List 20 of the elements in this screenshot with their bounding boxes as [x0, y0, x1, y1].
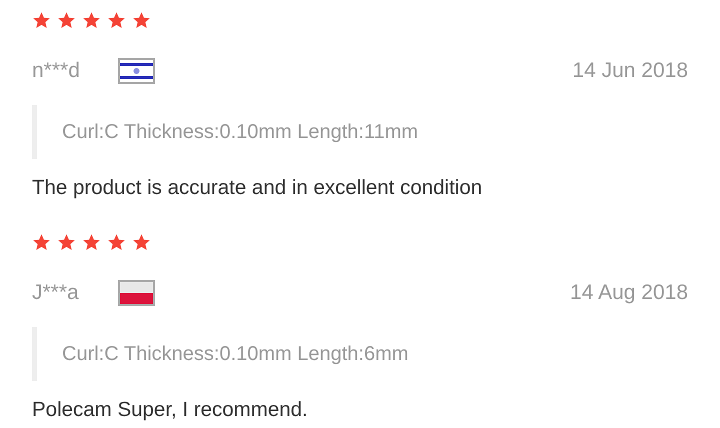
star-icon	[82, 10, 101, 30]
reviewer-name: J***a	[32, 280, 80, 306]
star-icon	[32, 232, 51, 252]
flag-icon	[118, 280, 155, 306]
reviewer-name: n***d	[32, 58, 81, 84]
star-icon	[107, 10, 126, 30]
star-icon	[32, 10, 51, 30]
product-options: Curl:C Thickness:0.10mm Length:6mm	[62, 343, 408, 365]
star-icon	[132, 232, 151, 252]
review-date: 14 Jun 2018	[572, 58, 688, 84]
star-icon	[57, 10, 76, 30]
star-icon	[57, 232, 76, 252]
flag-icon	[118, 58, 155, 84]
review-text: Polecam Super, I recommend.	[32, 398, 308, 421]
product-options: Curl:C Thickness:0.10mm Length:11mm	[62, 121, 418, 143]
review-text: The product is accurate and in excellent condition	[32, 176, 482, 199]
star-icon	[107, 232, 126, 252]
star-icon	[82, 232, 101, 252]
review-date: 14 Aug 2018	[570, 280, 688, 306]
star-icon	[132, 10, 151, 30]
